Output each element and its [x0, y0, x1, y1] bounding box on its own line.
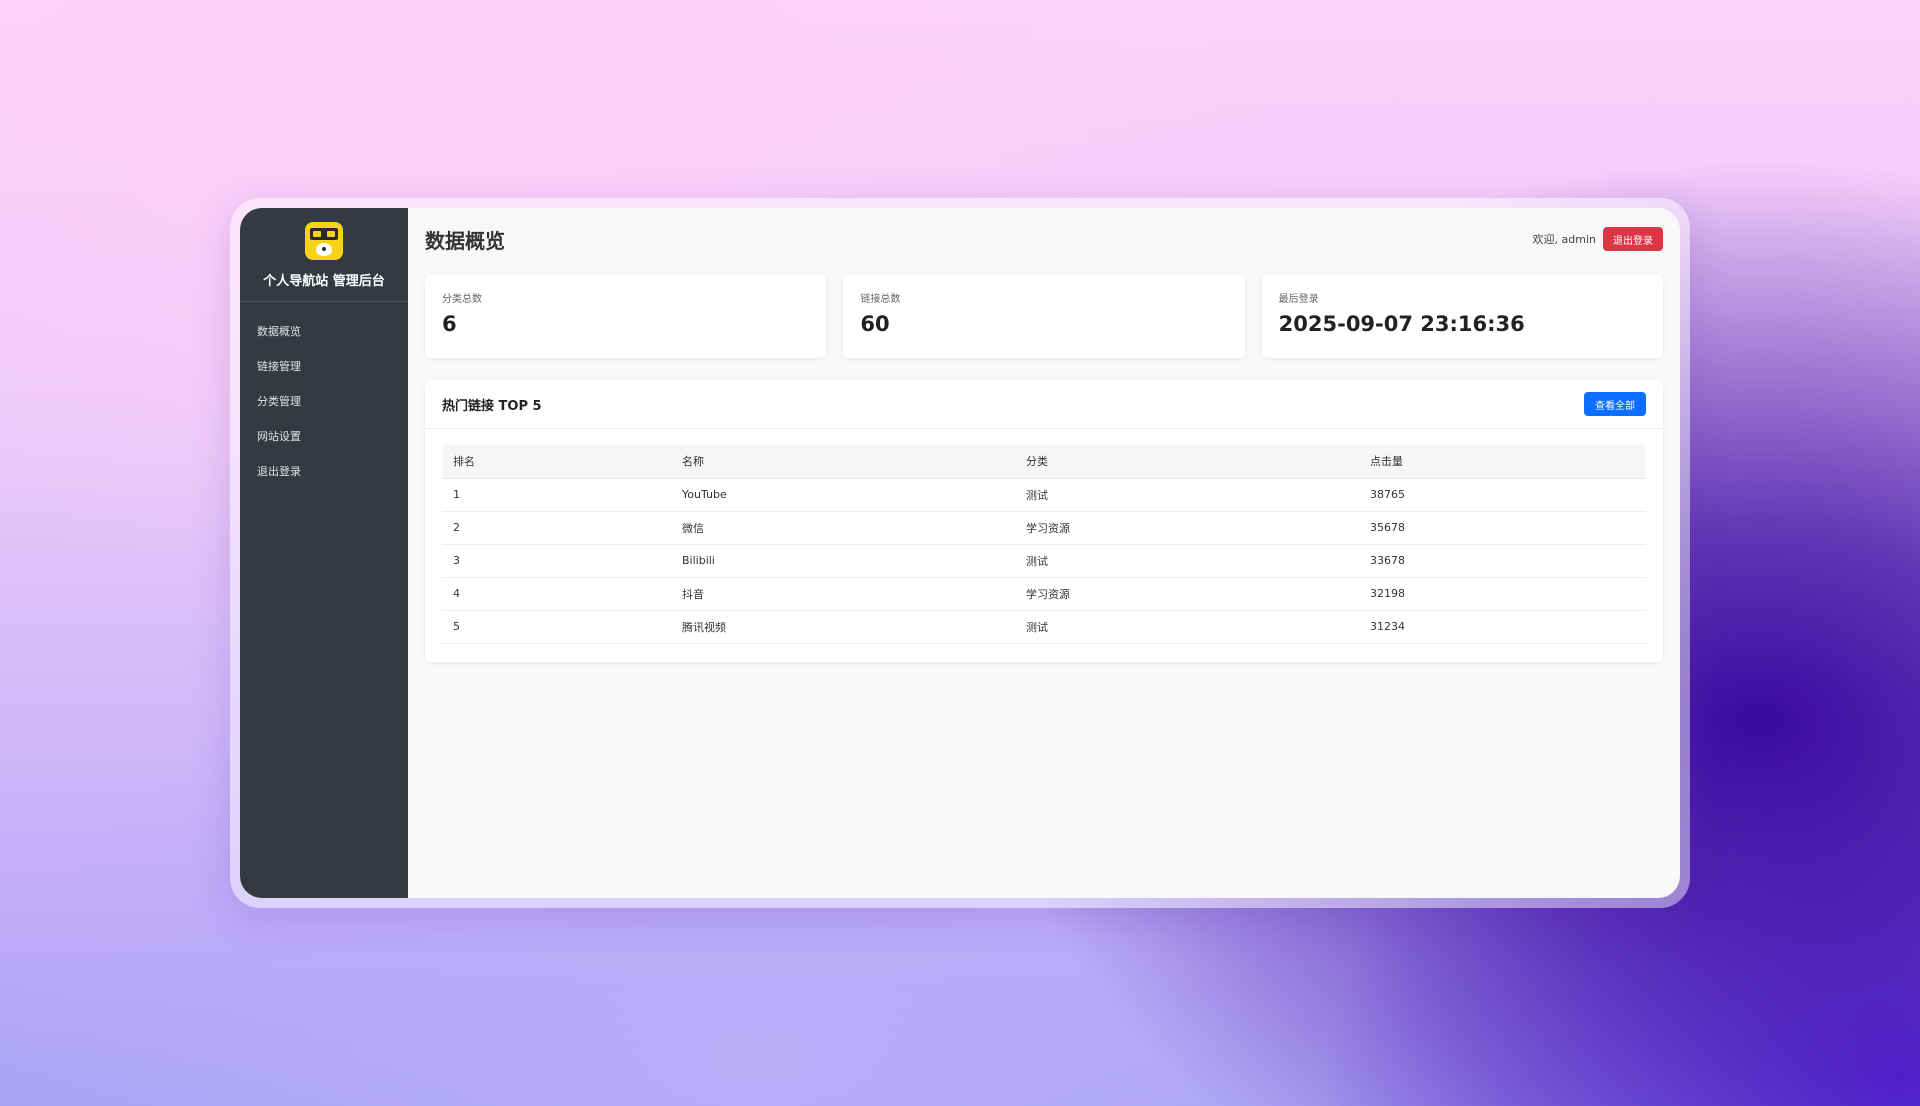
cell-name: YouTube [671, 478, 1015, 512]
cell-name: 微信 [671, 511, 1015, 545]
cell-clicks: 31234 [1359, 610, 1646, 644]
stat-value: 2025-09-07 23:16:36 [1278, 312, 1525, 336]
column-header-category: 分类 [1015, 445, 1359, 479]
table-row: 3 Bilibili 测试 33678 [442, 544, 1646, 578]
panel-title: 热门链接 TOP 5 [442, 398, 542, 414]
cell-category: 测试 [1015, 610, 1359, 644]
cell-clicks: 33678 [1359, 544, 1646, 578]
cell-name: Bilibili [671, 544, 1015, 578]
table-header-row: 排名 名称 分类 点击量 [442, 445, 1646, 479]
cell-clicks: 35678 [1359, 511, 1646, 545]
sidebar-item-categories[interactable]: 分类管理 [240, 384, 408, 419]
stat-label: 分类总数 [442, 294, 482, 305]
cell-name: 腾讯视频 [671, 610, 1015, 644]
cell-rank: 4 [442, 577, 671, 611]
table-row: 1 YouTube 测试 38765 [442, 478, 1646, 512]
topbar: 数据概览 欢迎, admin 退出登录 [425, 224, 1663, 254]
sidebar: 个人导航站 管理后台 数据概览 链接管理 分类管理 网站设置 退出登录 [240, 208, 408, 898]
cell-category: 学习资源 [1015, 577, 1359, 611]
cell-rank: 3 [442, 544, 671, 578]
column-header-name: 名称 [671, 445, 1015, 479]
dog-face-logo-icon [305, 222, 343, 260]
sidebar-item-overview[interactable]: 数据概览 [240, 314, 408, 349]
page-title: 数据概览 [425, 228, 505, 253]
panel-header: 热门链接 TOP 5 查看全部 [425, 380, 1663, 429]
sidebar-item-links[interactable]: 链接管理 [240, 349, 408, 384]
table-row: 5 腾讯视频 测试 31234 [442, 610, 1646, 644]
stat-label: 最后登录 [1278, 294, 1319, 305]
stat-value: 60 [860, 312, 890, 336]
cell-rank: 5 [442, 610, 671, 644]
sidebar-item-settings[interactable]: 网站设置 [240, 419, 408, 454]
brand-title: 个人导航站 管理后台 [263, 274, 385, 289]
top-links-table: 排名 名称 分类 点击量 1 YouTube 测试 38765 2 微信 学习资… [442, 445, 1646, 644]
logout-button[interactable]: 退出登录 [1603, 227, 1663, 251]
sidebar-nav: 数据概览 链接管理 分类管理 网站设置 退出登录 [240, 302, 408, 489]
brand: 个人导航站 管理后台 [240, 208, 408, 302]
stat-card-categories: 分类总数 6 [425, 274, 827, 358]
table-wrap: 排名 名称 分类 点击量 1 YouTube 测试 38765 2 微信 学习资… [425, 429, 1663, 644]
cell-rank: 1 [442, 478, 671, 512]
top-links-panel: 热门链接 TOP 5 查看全部 排名 名称 分类 点击量 1 YouTube 测… [425, 380, 1663, 662]
cell-category: 测试 [1015, 478, 1359, 512]
stats-row: 分类总数 6 链接总数 60 最后登录 2025-09-07 23:16:36 [425, 274, 1663, 358]
table-row: 2 微信 学习资源 35678 [442, 511, 1646, 545]
cell-rank: 2 [442, 511, 671, 545]
welcome-text: 欢迎, admin [1532, 233, 1596, 246]
column-header-clicks: 点击量 [1359, 445, 1646, 479]
cell-category: 学习资源 [1015, 511, 1359, 545]
main-content: 数据概览 欢迎, admin 退出登录 分类总数 6 链接总数 60 最后登录 … [408, 208, 1680, 898]
table-row: 4 抖音 学习资源 32198 [442, 577, 1646, 611]
stat-label: 链接总数 [860, 294, 901, 305]
column-header-rank: 排名 [442, 445, 671, 479]
sidebar-item-logout[interactable]: 退出登录 [240, 454, 408, 489]
cell-name: 抖音 [671, 577, 1015, 611]
cell-clicks: 38765 [1359, 478, 1646, 512]
stat-card-links: 链接总数 60 [843, 274, 1245, 358]
user-area: 欢迎, admin 退出登录 [1533, 227, 1663, 251]
cell-category: 测试 [1015, 544, 1359, 578]
cell-clicks: 32198 [1359, 577, 1646, 611]
stat-value: 6 [442, 312, 457, 336]
view-all-button[interactable]: 查看全部 [1584, 392, 1646, 416]
stat-card-last-login: 最后登录 2025-09-07 23:16:36 [1261, 274, 1663, 358]
admin-app: 个人导航站 管理后台 数据概览 链接管理 分类管理 网站设置 退出登录 数据概览… [240, 208, 1680, 898]
